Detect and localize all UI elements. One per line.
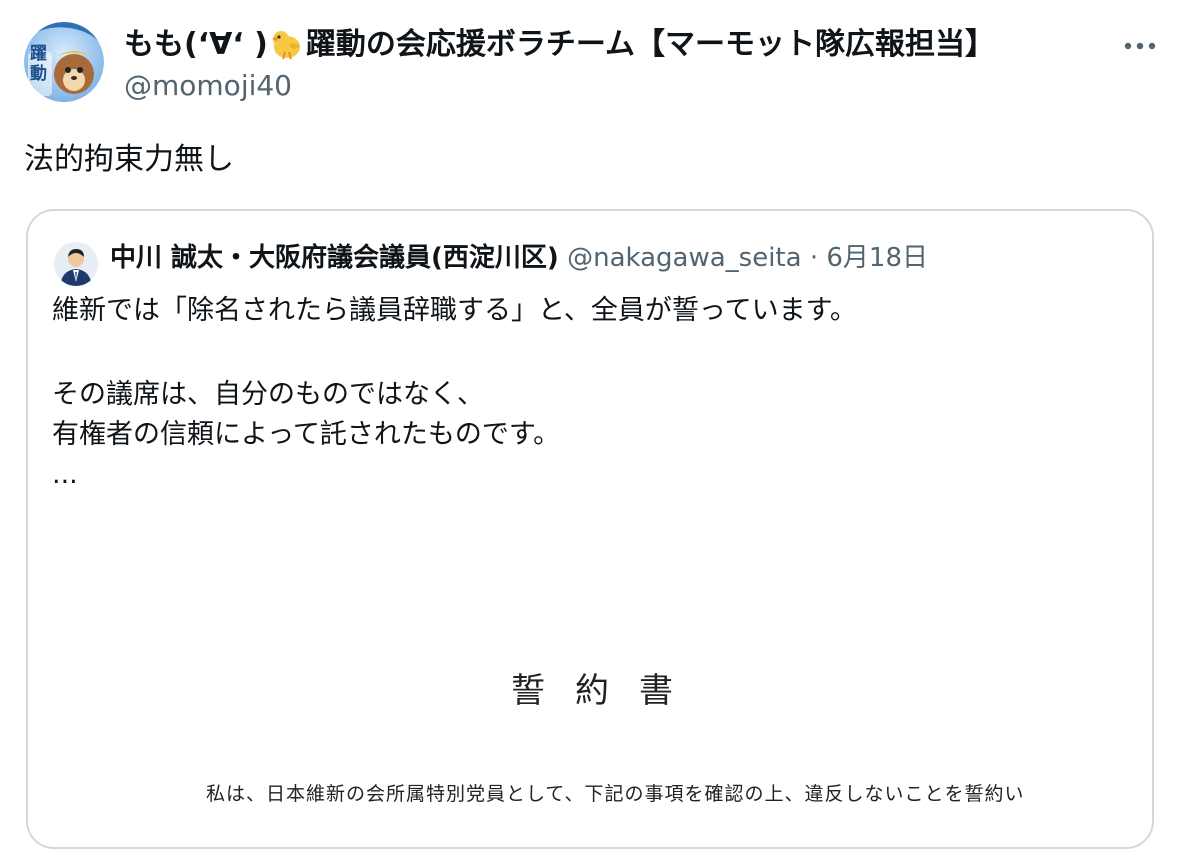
more-button[interactable] <box>1118 36 1162 56</box>
display-name-part2: 躍動の会応援ボラチーム【マーモット隊広報担当】 <box>305 27 995 62</box>
tweet: 躍動 もも(ʻ∀ʻ ) 躍動の会応援ボラチーム【マーモット隊広報担当】 @mom… <box>0 0 1181 849</box>
quoted-author-avatar <box>54 242 98 286</box>
header-separator: · <box>809 243 819 273</box>
quoted-tweet-card[interactable]: 中川 誠太・大阪府議会議員(西淀川区) @nakagawa_seita · 6月… <box>26 209 1154 849</box>
quoted-text-gap <box>52 331 857 375</box>
quoted-text-line: 維新では「除名されたら議員辞職する」と、全員が誓っています。 <box>52 295 857 326</box>
quoted-text-line: 有権者の信頼によって託されたものです。 <box>52 419 561 450</box>
quoted-avatar-image <box>54 242 98 286</box>
quoted-text-line: その議席は、自分のものではなく、 <box>52 379 484 410</box>
document-title: 誓約書 <box>511 671 703 711</box>
author-avatar[interactable]: 躍動 <box>24 22 104 102</box>
quoted-author-name[interactable]: 中川 誠太・大阪府議会議員(西淀川区) <box>110 243 559 273</box>
quoted-text: 維新では「除名されたら議員辞職する」と、全員が誓っています。 その議席は、自分の… <box>52 291 857 495</box>
author-display-name[interactable]: もも(ʻ∀ʻ ) 躍動の会応援ボラチーム【マーモット隊広報担当】 <box>124 26 995 64</box>
quoted-date[interactable]: 6月18日 <box>826 243 928 273</box>
document-body-text: 私は、日本維新の会所属特別党員として、下記の事項を確認の上、違反しないことを誓約… <box>206 783 1025 805</box>
more-horizontal-icon <box>1124 42 1156 50</box>
quoted-author-handle[interactable]: @nakagawa_seita <box>567 243 801 273</box>
quoted-text-ellipsis: ... <box>52 459 78 490</box>
tweet-text: 法的拘束力無し <box>24 142 234 177</box>
avatar-label: 躍動 <box>30 44 47 84</box>
quoted-header: 中川 誠太・大阪府議会議員(西淀川区) @nakagawa_seita · 6月… <box>110 241 928 275</box>
quoted-media-image[interactable]: 誓約書 私は、日本維新の会所属特別党員として、下記の事項を確認の上、違反しないこ… <box>28 511 1152 847</box>
author-handle[interactable]: @momoji40 <box>124 68 292 104</box>
baby-chick-icon <box>270 28 304 60</box>
display-name-part1: もも(ʻ∀ʻ ) <box>124 27 268 62</box>
